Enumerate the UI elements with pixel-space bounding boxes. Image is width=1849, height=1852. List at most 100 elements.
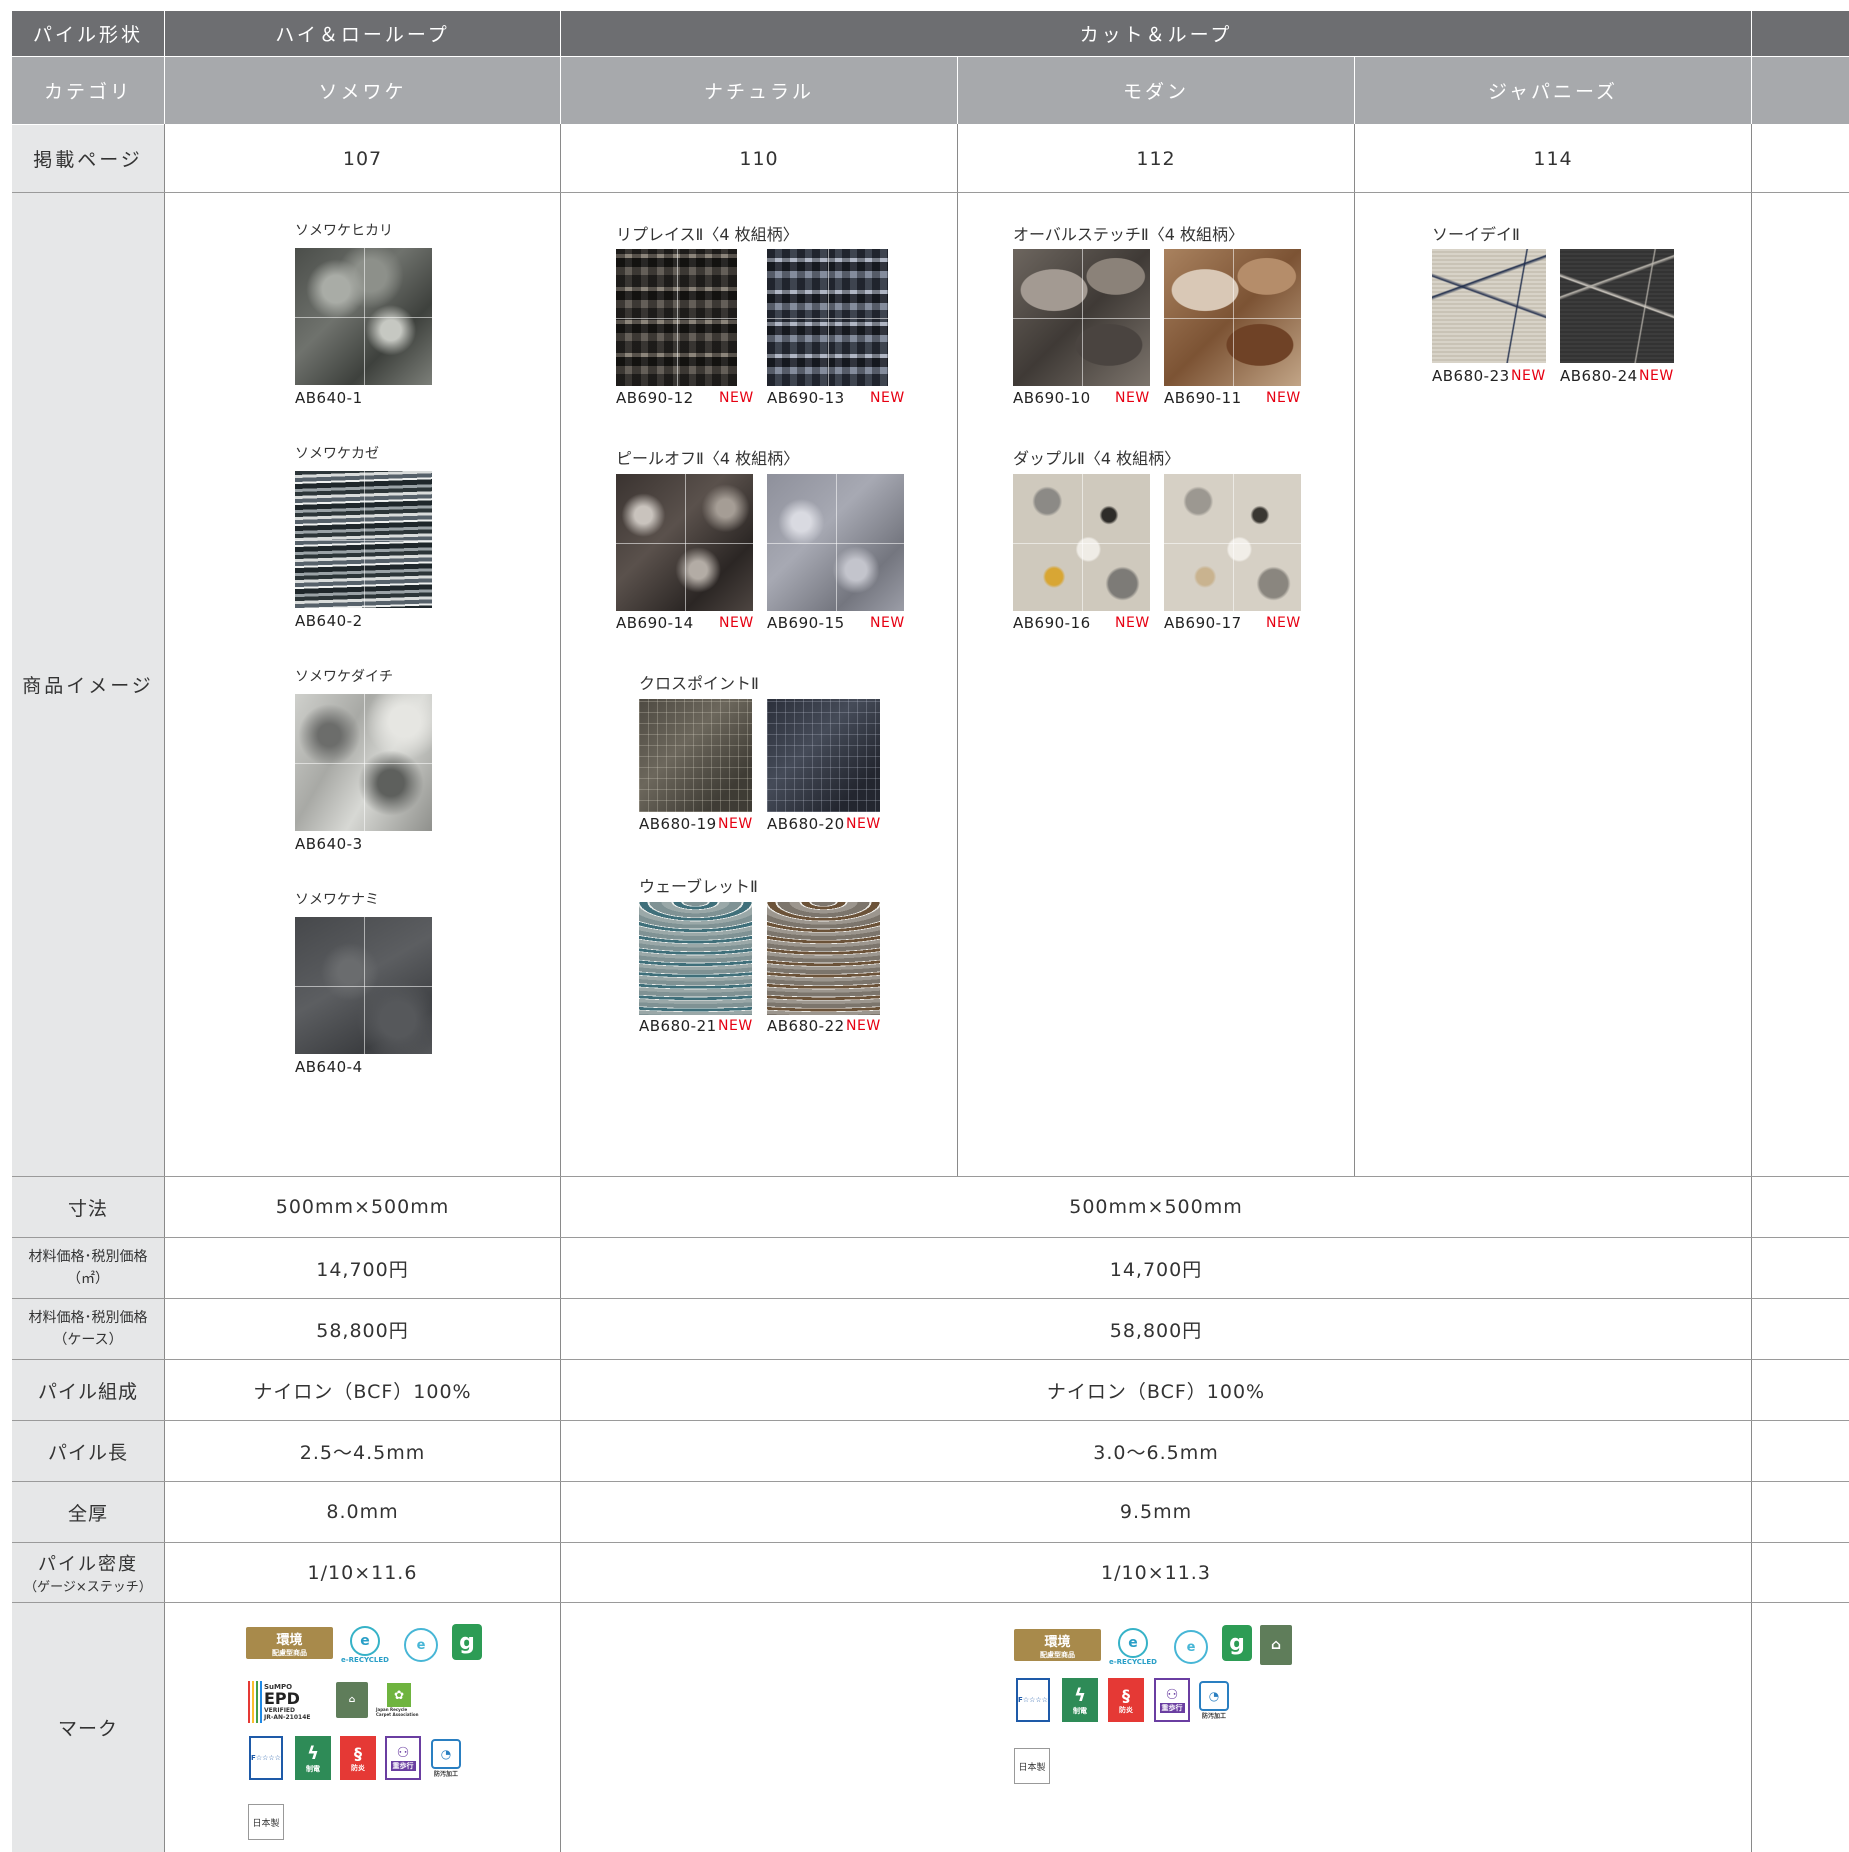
epd-logo: SuMPO EPD VERIFIED JR-AN-21014E [248,1681,328,1723]
kankyo-logo: 環境 配慮型商品 [246,1627,333,1659]
product-swatch[interactable] [295,917,432,1054]
epd-verified-text: VERIFIED [264,1707,296,1714]
product-swatch[interactable] [295,471,432,608]
bouen-text: 防炎 [1119,1705,1133,1714]
new-badge: NEW [718,1018,753,1034]
pile-length-value-cut: 3.0〜6.5mm [1093,1441,1219,1464]
kankyo-text: 環境 [276,1632,303,1648]
product-code: AB640-3 [295,835,363,853]
size-value-hilo: 500mm×500mm [275,1196,450,1218]
product-swatch[interactable] [1432,249,1546,363]
new-badge: NEW [1266,615,1301,631]
page-number-modern: 112 [1136,147,1176,170]
product-code: AB680-19 [639,815,717,833]
e-recycled-logo: e e-RECYCLED [1108,1626,1158,1668]
product-swatch[interactable] [295,248,432,385]
product-title-peeloff: ピールオフⅡ〈4 枚組柄〉 [616,449,800,468]
product-swatch[interactable] [616,249,737,386]
green-g-logo: g [452,1624,482,1660]
product-swatch[interactable] [1164,474,1301,611]
price-case-label: 材料価格･税別価格 （ケース） [12,1299,164,1359]
price-sqm-label: 材料価格･税別価格 （㎡） [12,1238,164,1298]
pile-length-value-hilo: 2.5〜4.5mm [299,1441,426,1464]
pile-shape-label: パイル形状 [12,11,164,56]
e-recycled-icon: e [350,1626,380,1656]
new-badge: NEW [1115,615,1150,631]
new-badge: NEW [1266,390,1301,406]
kankyo-text: 環境 [1044,1634,1071,1650]
category-natural: ナチュラル [561,57,957,124]
house-plus-logo: ⌂ [336,1682,368,1718]
price-case-value-cut: 58,800円 [1109,1319,1203,1342]
product-code: AB690-12 [616,389,694,407]
product-swatch[interactable] [639,699,752,812]
product-swatch[interactable] [767,699,880,812]
e-recycled-text: e-RECYCLED [341,1656,389,1664]
product-code: AB680-20 [767,815,845,833]
product-swatch[interactable] [1013,249,1150,386]
ecomark-icon: e [404,1628,438,1662]
product-swatch[interactable] [767,902,880,1015]
pile-composition-value-cut: ナイロン（BCF）100% [1046,1380,1266,1403]
product-title-soideiy: ソーイデイⅡ [1432,225,1520,244]
thickness-label: 全厚 [12,1482,164,1542]
seiden-logo: ϟ 制電 [1062,1678,1098,1722]
bouen-logo: § 防炎 [340,1736,376,1780]
epd-id-text: JR-AN-21014E [264,1714,311,1721]
bouen-text: 防炎 [351,1763,365,1772]
people-icon: ⚇ [396,1745,410,1761]
new-badge: NEW [719,615,754,631]
hokou-text: 重歩行 [1159,1703,1185,1713]
people-icon: ⚇ [1165,1687,1179,1703]
size-label: 寸法 [12,1177,164,1237]
lightning-icon: ϟ [1074,1684,1086,1706]
e-recycled-logo: e e-RECYCLED [340,1624,390,1666]
page-number-natural: 110 [739,147,779,170]
product-swatch[interactable] [767,474,904,611]
new-badge: NEW [870,390,905,406]
ecomark-icon: e [1174,1630,1208,1664]
product-code: AB690-10 [1013,389,1091,407]
seiden-text: 制電 [1073,1706,1087,1715]
new-badge: NEW [1511,368,1546,384]
product-swatch[interactable] [767,249,888,386]
price-sqm-unit: （㎡） [67,1271,109,1287]
price-case-value-hilo: 58,800円 [316,1319,409,1342]
bouo-text: 防汚加工 [433,1770,458,1778]
new-badge: NEW [870,615,905,631]
price-sqm-value-cut: 14,700円 [1109,1258,1203,1281]
product-title-replace: リプレイスⅡ〈4 枚組柄〉 [616,225,799,244]
e-recycled-text: e-RECYCLED [1109,1658,1157,1666]
category-japanese: ジャパニーズ [1355,57,1751,124]
product-swatch[interactable] [1013,474,1150,611]
epd-text: EPD [264,1689,300,1708]
product-name: ソメワケダイチ [295,669,393,685]
new-badge: NEW [846,1018,881,1034]
price-sqm-label-text: 材料価格･税別価格 [28,1249,148,1265]
bouo-text: 防汚加工 [1201,1712,1226,1720]
pile-length-label: パイル長 [12,1421,164,1481]
page-number-somewake: 107 [342,147,383,170]
shield-drop-icon: ◔ [1199,1680,1229,1711]
product-swatch[interactable] [1164,249,1301,386]
made-in-japan-badge: 日本製 [1014,1748,1050,1784]
flame-icon: § [354,1743,362,1763]
product-swatch[interactable] [616,474,753,611]
product-code: AB640-2 [295,612,363,630]
new-badge: NEW [718,816,753,832]
product-code: AB690-17 [1164,614,1242,632]
product-code: AB640-1 [295,389,363,407]
made-in-japan-badge: 日本製 [248,1804,284,1840]
price-case-unit: （ケース） [53,1332,123,1348]
thickness-value-cut: 9.5mm [1119,1501,1193,1523]
pile-density-label-text: パイル密度 [38,1554,138,1575]
product-image-label: 商品イメージ [12,193,164,1176]
green-g-logo: g [1222,1625,1252,1661]
pile-density-value-cut: 1/10×11.3 [1101,1561,1211,1584]
product-swatch[interactable] [639,902,752,1015]
product-swatch[interactable] [295,694,432,831]
product-swatch[interactable] [1560,249,1674,363]
lightning-icon: ϟ [307,1742,319,1764]
jrca-logo: ✿ Japan Recycle Carpet Association [376,1680,422,1720]
product-code: AB690-16 [1013,614,1091,632]
